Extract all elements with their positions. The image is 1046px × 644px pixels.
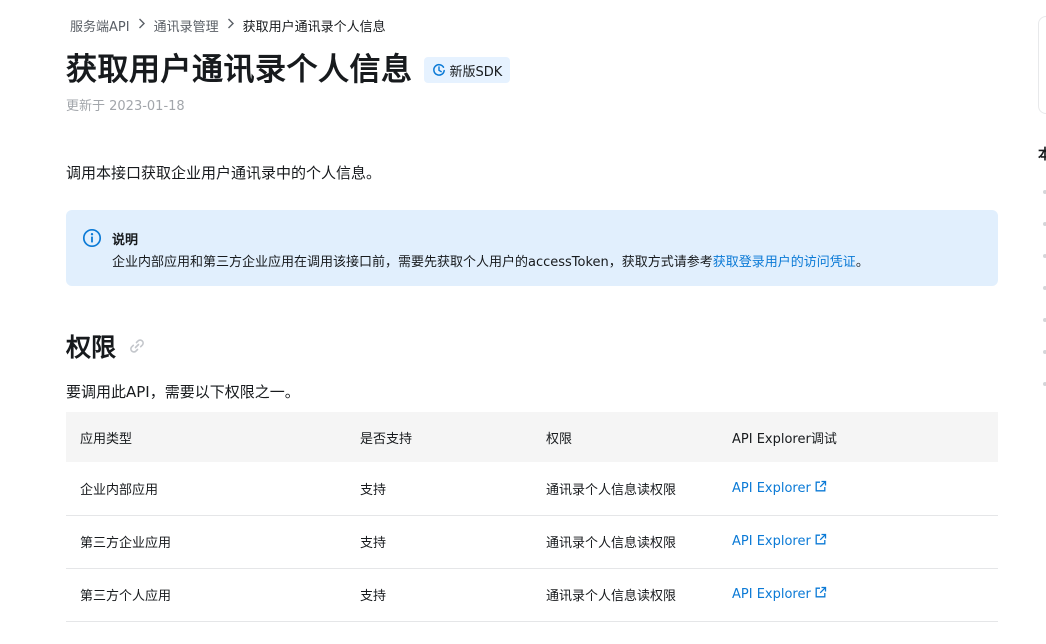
- link-anchor-icon[interactable]: [126, 335, 148, 357]
- cell-api-explorer: API Explorer: [718, 568, 998, 622]
- breadcrumb: 服务端API 通讯录管理 获取用户通讯录个人信息: [70, 16, 386, 35]
- title-row: 获取用户通讯录个人信息 新版SDK: [66, 48, 511, 92]
- sdk-badge-label: 新版SDK: [449, 64, 503, 80]
- column-header-permission: 权限: [532, 412, 718, 462]
- note-title: 说明: [112, 233, 139, 248]
- api-explorer-label: API Explorer: [732, 587, 811, 602]
- permissions-intro: 要调用此API，需要以下权限之一。: [66, 383, 300, 401]
- sdk-badge[interactable]: 新版SDK: [423, 57, 511, 83]
- cell-app-type: 企业内部应用: [66, 462, 346, 516]
- api-explorer-link[interactable]: API Explorer: [732, 480, 827, 497]
- cell-api-explorer: API Explorer: [718, 462, 998, 516]
- table-row: 第三方个人应用 支持 通讯录个人信息读权限 API Explorer: [66, 568, 998, 622]
- cell-app-type: 第三方企业应用: [66, 515, 346, 569]
- note-body: 企业内部应用和第三方企业应用在调用该接口前，需要先获取个人用户的accessTo…: [112, 255, 713, 270]
- chevron-right-icon: [138, 18, 146, 32]
- info-icon: [82, 228, 102, 248]
- column-header-api-explorer: API Explorer调试: [718, 412, 998, 462]
- cell-app-type: 第三方个人应用: [66, 568, 346, 622]
- breadcrumb-item-server-api[interactable]: 服务端API: [70, 16, 130, 35]
- note-callout: 说明 企业内部应用和第三方企业应用在调用该接口前，需要先获取个人用户的acces…: [66, 210, 998, 286]
- cell-support: 支持: [346, 568, 532, 622]
- toc-heading: 本: [1038, 147, 1046, 163]
- external-link-icon: [814, 586, 827, 603]
- column-header-support: 是否支持: [346, 412, 532, 462]
- cell-permission: 通讯录个人信息读权限: [532, 515, 718, 569]
- column-header-app-type: 应用类型: [66, 412, 346, 462]
- right-side-card: [1038, 16, 1046, 114]
- cell-permission: 通讯录个人信息读权限: [532, 568, 718, 622]
- external-link-icon: [814, 533, 827, 550]
- breadcrumb-item-current: 获取用户通讯录个人信息: [242, 19, 386, 35]
- updated-date: 更新于 2023-01-18: [66, 99, 185, 114]
- api-explorer-link[interactable]: API Explorer: [732, 533, 827, 550]
- external-link-icon: [814, 480, 827, 497]
- permissions-heading: 权限: [66, 333, 117, 362]
- api-explorer-link[interactable]: API Explorer: [732, 586, 827, 603]
- note-end: 。: [855, 255, 869, 270]
- cell-permission: 通讯录个人信息读权限: [532, 462, 718, 516]
- table-row: 企业内部应用 支持 通讯录个人信息读权限 API Explorer: [66, 462, 998, 516]
- page-title: 获取用户通讯录个人信息: [66, 52, 413, 88]
- permissions-table: 应用类型 是否支持 权限 API Explorer调试 企业内部应用 支持 通讯…: [66, 412, 998, 622]
- table-header-row: 应用类型 是否支持 权限 API Explorer调试: [66, 412, 998, 462]
- cell-support: 支持: [346, 515, 532, 569]
- access-token-doc-link[interactable]: 获取登录用户的访问凭证: [713, 255, 856, 270]
- chevron-right-icon: [227, 18, 235, 32]
- cell-support: 支持: [346, 462, 532, 516]
- clock-refresh-icon: [432, 63, 446, 77]
- cell-api-explorer: API Explorer: [718, 515, 998, 569]
- table-row: 第三方企业应用 支持 通讯录个人信息读权限 API Explorer: [66, 515, 998, 569]
- note-text: 企业内部应用和第三方企业应用在调用该接口前，需要先获取个人用户的accessTo…: [112, 251, 869, 270]
- api-explorer-label: API Explorer: [732, 534, 811, 549]
- breadcrumb-item-contacts[interactable]: 通讯录管理: [154, 16, 219, 35]
- api-explorer-label: API Explorer: [732, 480, 811, 496]
- intro-text: 调用本接口获取企业用户通讯录中的个人信息。: [66, 164, 382, 182]
- permissions-heading-row: 权限: [66, 328, 148, 364]
